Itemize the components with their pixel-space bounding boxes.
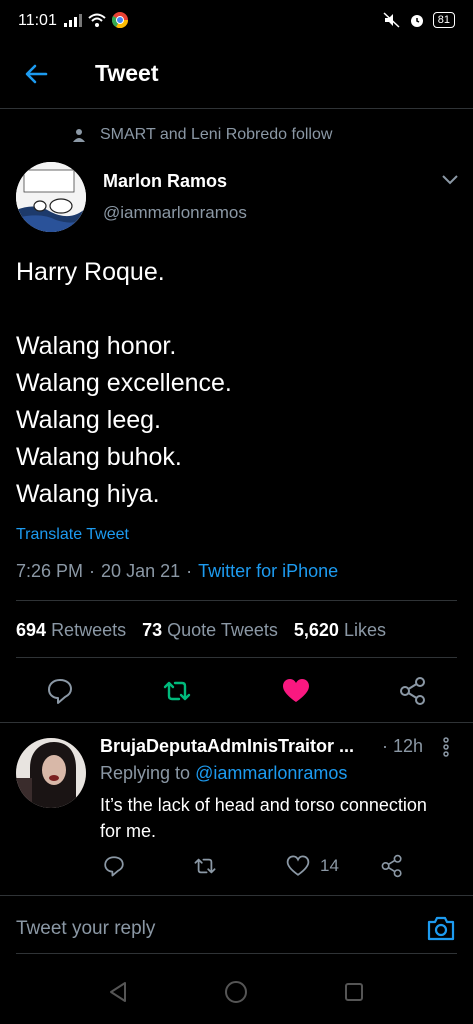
header-divider bbox=[0, 108, 473, 109]
author-avatar[interactable] bbox=[16, 162, 86, 232]
likes-stat[interactable]: 5,620 Likes bbox=[294, 620, 386, 641]
likes-count: 5,620 bbox=[293, 620, 339, 640]
likes-label: Likes bbox=[343, 620, 386, 640]
mute-icon bbox=[383, 12, 400, 28]
divider bbox=[16, 600, 457, 601]
replying-to-handle[interactable]: @iammarlonramos bbox=[195, 763, 347, 783]
nav-back-icon[interactable] bbox=[107, 980, 129, 1004]
chrome-icon bbox=[112, 12, 128, 28]
divider bbox=[0, 895, 473, 896]
divider bbox=[0, 722, 473, 723]
reply-icon[interactable] bbox=[45, 676, 75, 706]
status-time: 11:01 bbox=[18, 12, 57, 29]
reply-input[interactable]: Tweet your reply bbox=[16, 918, 155, 940]
quotes-stat[interactable]: 73 Quote Tweets bbox=[142, 620, 278, 641]
tweet-stats: 694 Retweets 73 Quote Tweets 5,620 Likes bbox=[16, 620, 386, 641]
author-handle[interactable]: @iammarlonramos bbox=[103, 203, 247, 223]
translate-tweet-link[interactable]: Translate Tweet bbox=[16, 526, 129, 544]
more-options-icon[interactable] bbox=[440, 737, 452, 757]
social-context: SMART and Leni Robredo follow bbox=[72, 126, 332, 144]
replying-to: Replying to @iammarlonramos bbox=[100, 763, 347, 784]
retweets-count: 694 bbox=[16, 620, 47, 640]
battery-indicator: 81 bbox=[432, 12, 455, 28]
tweet-meta: 7:26 PM · 20 Jan 21 · Twitter for iPhone bbox=[16, 561, 338, 582]
heart-icon[interactable] bbox=[281, 676, 311, 706]
reply-time: · 12h bbox=[382, 736, 424, 756]
meta-separator: · bbox=[89, 561, 96, 581]
author-name[interactable]: Marlon Ramos bbox=[103, 171, 227, 192]
wifi-icon bbox=[88, 13, 106, 27]
reply-like-count: 14 bbox=[320, 856, 339, 875]
quotes-count: 73 bbox=[142, 620, 163, 640]
tweet-text: Harry Roque. Walang honor. Walang excell… bbox=[16, 258, 232, 508]
person-icon bbox=[73, 129, 85, 142]
tweet-date: 20 Jan 21 bbox=[101, 561, 181, 581]
tweet-time: 7:26 PM bbox=[16, 561, 84, 581]
back-arrow-icon[interactable] bbox=[22, 60, 50, 88]
avatar-photo bbox=[16, 738, 86, 808]
avatar-artwork bbox=[16, 162, 86, 232]
meta-separator: · bbox=[186, 561, 193, 581]
camera-icon[interactable] bbox=[426, 914, 456, 942]
retweet-icon[interactable] bbox=[162, 676, 192, 706]
reply-author-name[interactable]: BrujaDeputaAdmInisTraitor ... bbox=[100, 736, 362, 757]
reply-icon[interactable] bbox=[102, 854, 126, 878]
status-icons-left bbox=[64, 12, 128, 28]
signal-icon bbox=[64, 14, 82, 27]
retweet-icon[interactable] bbox=[193, 854, 217, 878]
alarm-icon bbox=[410, 15, 423, 27]
divider bbox=[16, 657, 457, 658]
reply-author-avatar[interactable] bbox=[16, 738, 86, 808]
share-icon[interactable] bbox=[380, 854, 404, 878]
retweets-label: Retweets bbox=[51, 620, 127, 640]
input-underline bbox=[16, 953, 457, 954]
nav-home-icon[interactable] bbox=[224, 980, 248, 1004]
heart-icon[interactable] bbox=[286, 854, 310, 878]
chevron-down-icon[interactable] bbox=[441, 172, 459, 186]
status-icons-right: 81 bbox=[383, 12, 455, 28]
quotes-label: Quote Tweets bbox=[167, 620, 278, 640]
retweets-stat[interactable]: 694 Retweets bbox=[16, 620, 126, 641]
tweet-source-link[interactable]: Twitter for iPhone bbox=[198, 561, 338, 582]
page-title: Tweet bbox=[95, 60, 159, 86]
social-context-text: SMART and Leni Robredo follow bbox=[100, 126, 333, 143]
replying-prefix: Replying to bbox=[100, 763, 191, 783]
share-icon[interactable] bbox=[398, 676, 428, 706]
nav-recents-icon[interactable] bbox=[344, 982, 364, 1002]
reply-text: It’s the lack of head and torso connecti… bbox=[100, 795, 427, 841]
system-nav-bar bbox=[0, 960, 473, 1024]
